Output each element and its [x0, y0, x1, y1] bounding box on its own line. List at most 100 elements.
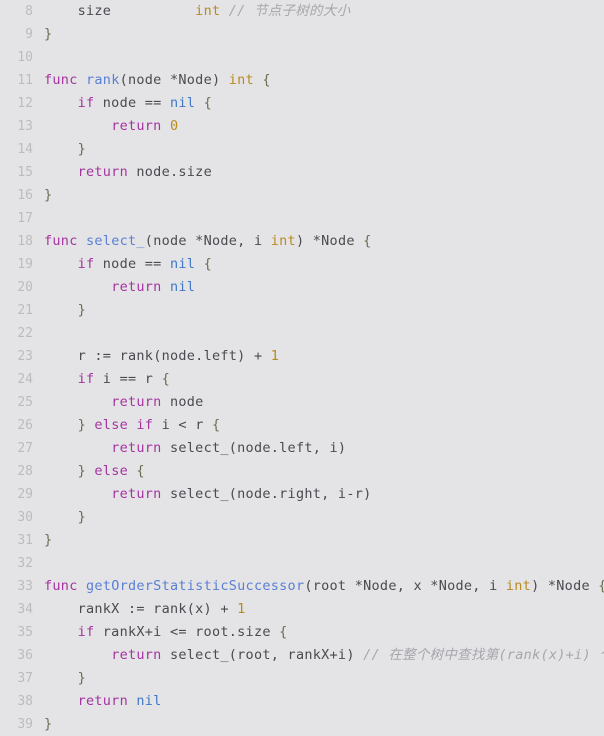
line-content: func getOrderStatisticSuccessor(root *No…	[44, 575, 604, 598]
code-line[interactable]: 22	[0, 322, 604, 345]
token-id: select_(node.left, i)	[161, 440, 347, 456]
line-number: 38	[17, 694, 33, 709]
token-id	[44, 509, 78, 525]
token-kw: else	[94, 463, 128, 479]
line-content: }	[44, 184, 52, 207]
code-line[interactable]: 16}	[0, 184, 604, 207]
code-line[interactable]: 13 return 0	[0, 115, 604, 138]
line-number: 33	[17, 579, 33, 594]
code-line[interactable]: 29 return select_(node.right, i-r)	[0, 483, 604, 506]
line-content: return select_(node.right, i-r)	[44, 483, 372, 506]
line-content: if node == nil {	[44, 253, 212, 276]
code-line[interactable]: 12 if node == nil {	[0, 92, 604, 115]
token-id: node.size	[127, 164, 212, 180]
token-id	[44, 371, 78, 387]
token-pun: }	[44, 187, 53, 203]
code-line[interactable]: 18 func select_(node *Node, i int) *Node …	[0, 230, 604, 253]
token-pun: }	[77, 509, 86, 525]
token-id: rankX+i <= root.size	[94, 624, 280, 640]
code-line[interactable]: 17	[0, 207, 604, 230]
line-content: return nil	[44, 690, 162, 713]
token-id	[44, 118, 111, 134]
code-editor-pane[interactable]: 8 size int // 节点子树的大小 9} 10 11 func rank(nod…	[0, 0, 604, 736]
token-num: 1	[237, 601, 246, 617]
token-num: 1	[270, 348, 280, 364]
code-line[interactable]: 14 }	[0, 138, 604, 161]
token-kw: func	[44, 233, 78, 249]
token-fn: rank	[86, 72, 120, 88]
token-cm: // 节点子树的大小	[228, 3, 351, 19]
token-id	[195, 256, 203, 272]
line-number: 12	[17, 96, 33, 111]
token-pun: }	[44, 716, 53, 732]
token-kw: return	[111, 118, 162, 134]
code-line[interactable]: 38 return nil	[0, 690, 604, 713]
token-typ: int	[228, 72, 254, 88]
token-typ: int	[505, 578, 532, 594]
token-pun: {	[203, 256, 212, 272]
code-line[interactable]: 36 return select_(root, rankX+i) // 在整个树…	[0, 644, 604, 667]
line-content: return select_(node.left, i)	[44, 437, 346, 460]
line-number: 21	[17, 303, 33, 318]
token-id: i == r	[94, 371, 162, 387]
token-id	[44, 417, 78, 433]
code-line[interactable]: 34 rankX := rank(x) + 1	[0, 598, 604, 621]
code-line[interactable]: 25 return node	[0, 391, 604, 414]
code-line[interactable]: 28 } else {	[0, 460, 604, 483]
token-id: ) *Node	[295, 233, 364, 249]
line-content: return select_(root, rankX+i) // 在整个树中查找…	[44, 644, 604, 667]
token-id: (node *Node)	[119, 72, 229, 88]
code-line[interactable]: 31}	[0, 529, 604, 552]
line-content: if rankX+i <= root.size {	[44, 621, 288, 644]
line-number: 24	[17, 372, 33, 387]
token-pun: {	[363, 233, 372, 249]
code-line[interactable]: 27 return select_(node.left, i)	[0, 437, 604, 460]
code-line[interactable]: 8 size int // 节点子树的大小	[0, 0, 604, 23]
token-id	[78, 233, 86, 249]
code-line[interactable]: 23 r := rank(node.left) + 1	[0, 345, 604, 368]
token-kw: return	[111, 394, 162, 410]
line-content: return node	[44, 391, 204, 414]
token-kw: return	[77, 693, 128, 709]
token-id	[78, 72, 86, 88]
line-content: func select_(node *Node, i int) *Node {	[44, 230, 372, 253]
token-id	[44, 647, 111, 663]
code-line[interactable]: 30 }	[0, 506, 604, 529]
token-id	[44, 693, 78, 709]
line-number: 10	[17, 50, 33, 65]
line-number: 25	[17, 395, 33, 410]
token-id: rankX :=	[44, 601, 154, 617]
code-line[interactable]: 24 if i == r {	[0, 368, 604, 391]
token-kw: if	[77, 371, 95, 387]
code-line[interactable]: 32	[0, 552, 604, 575]
code-line[interactable]: 19 if node == nil {	[0, 253, 604, 276]
code-line[interactable]: 11 func rank(node *Node) int {	[0, 69, 604, 92]
code-line[interactable]: 10	[0, 46, 604, 69]
token-id	[44, 624, 78, 640]
token-id: i < r	[153, 417, 212, 433]
line-content: return node.size	[44, 161, 212, 184]
line-content: }	[44, 299, 86, 322]
token-id	[44, 486, 111, 502]
token-id	[44, 95, 78, 111]
token-pun: {	[203, 95, 212, 111]
code-line[interactable]: 37 }	[0, 667, 604, 690]
token-kw: return	[77, 164, 128, 180]
line-number: 16	[17, 188, 33, 203]
token-id: select_(root, rankX+i)	[161, 647, 364, 663]
code-line[interactable]: 33 func getOrderStatisticSuccessor(root *…	[0, 575, 604, 598]
code-line[interactable]: 9}	[0, 23, 604, 46]
token-id: rank	[153, 601, 187, 617]
code-line[interactable]: 15 return node.size	[0, 161, 604, 184]
code-line[interactable]: 39}	[0, 713, 604, 736]
line-content: }	[44, 23, 52, 46]
line-number: 35	[17, 625, 33, 640]
line-number: 27	[17, 441, 33, 456]
token-id: node ==	[94, 256, 170, 272]
token-kw: if	[77, 256, 95, 272]
code-line[interactable]: 21 }	[0, 299, 604, 322]
code-line[interactable]: 26 } else if i < r {	[0, 414, 604, 437]
token-pun: {	[136, 463, 145, 479]
code-line[interactable]: 20 return nil	[0, 276, 604, 299]
code-line[interactable]: 35 if rankX+i <= root.size {	[0, 621, 604, 644]
